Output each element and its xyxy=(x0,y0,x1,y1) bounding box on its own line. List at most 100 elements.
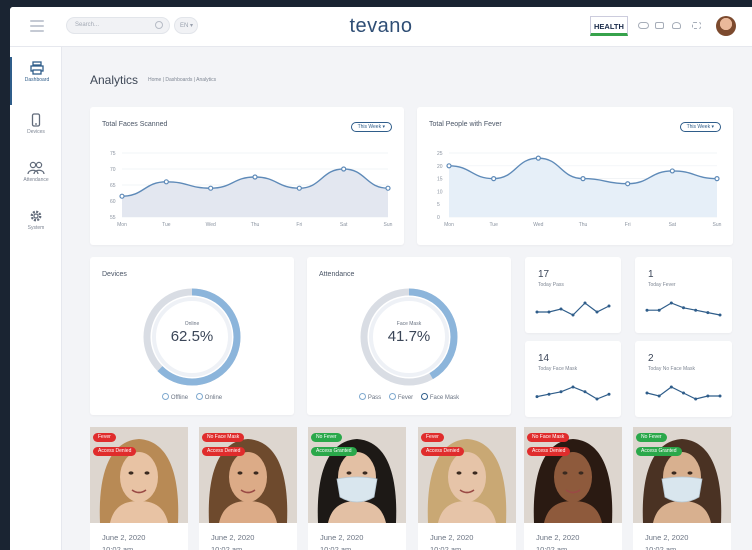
x-tick-label: Wed xyxy=(206,222,216,228)
scan-time: 10:02 am xyxy=(211,545,243,550)
mini-stat-today-pass: 17 Today Pass xyxy=(525,257,621,333)
y-tick-label: 0 xyxy=(437,215,440,221)
scan-photo-card[interactable]: No Face Mask Access Denied June 2, 2020 10:… xyxy=(199,427,297,550)
data-point[interactable] xyxy=(208,185,214,191)
app-window: Search... EN ▾ tevano HEALTH Dashboard D… xyxy=(10,7,752,550)
attendance-card: Attendance Face Mask 41.7% Pass Fever Fa… xyxy=(307,257,511,415)
data-point[interactable] xyxy=(625,181,631,187)
x-tick-label: Wed xyxy=(533,222,543,228)
sparkline xyxy=(535,301,611,317)
toggle-icon[interactable] xyxy=(638,22,649,29)
status-badge: Access Denied xyxy=(93,447,137,456)
x-tick-label: Sun xyxy=(384,222,393,228)
mini-stat-today-face-mask: 14 Today Face Mask xyxy=(525,341,621,417)
legend-item[interactable]: Fever xyxy=(388,393,413,401)
data-point[interactable] xyxy=(580,175,586,182)
legend-marker-icon xyxy=(195,393,203,400)
sparkline-point xyxy=(645,308,649,312)
data-point[interactable] xyxy=(119,193,125,199)
sparkline-point xyxy=(694,397,698,401)
sidebar-item-system[interactable]: System xyxy=(10,205,62,253)
sparkline-point xyxy=(718,394,722,398)
status-badge: No Fever xyxy=(311,433,342,442)
fever-card: Total People with Fever This Week ▾ 25 20… xyxy=(417,107,733,245)
legend-marker-icon xyxy=(358,393,366,400)
y-tick-label: 10 xyxy=(437,189,443,195)
x-tick-label: Thu xyxy=(251,222,260,228)
notification-icon[interactable] xyxy=(672,22,681,29)
sparkline-point xyxy=(682,306,685,310)
avatar[interactable] xyxy=(716,16,736,36)
area-fill xyxy=(449,158,717,217)
x-tick-label: Sat xyxy=(340,222,348,228)
search-input[interactable]: Search... xyxy=(66,17,170,34)
scan-time: 10:02 am xyxy=(645,545,677,550)
status-badge: No Fever xyxy=(636,433,667,442)
data-point[interactable] xyxy=(385,185,391,191)
scan-time: 10:02 am xyxy=(536,545,568,550)
language-select[interactable]: EN ▾ xyxy=(174,17,198,34)
data-point[interactable] xyxy=(714,175,720,182)
scan-photo-card[interactable]: Fever Access Denied June 2, 2020 10:02 am xyxy=(418,427,516,550)
sidebar: Dashboard Devices Attendance System xyxy=(10,47,62,550)
health-logo: HEALTH xyxy=(590,16,628,36)
donut-center-value: 62.5% xyxy=(170,328,214,345)
sparkline-point xyxy=(694,308,698,312)
fullscreen-icon[interactable] xyxy=(692,22,701,29)
sidebar-item-dashboard[interactable]: Dashboard xyxy=(10,57,62,105)
data-point[interactable] xyxy=(341,166,347,172)
scan-photo-card[interactable]: No Fever Access Granted June 2, 2020 10:02 … xyxy=(308,427,406,550)
status-badge: No Face Mask xyxy=(202,433,245,442)
scan-photo-card[interactable]: No Fever Access Granted June 2, 2020 10:02 … xyxy=(633,427,731,550)
sidebar-item-attendance[interactable]: Attendance xyxy=(10,157,62,205)
x-tick-label: Mon xyxy=(117,222,127,228)
y-tick-label: 5 xyxy=(437,202,440,208)
scan-photo-card[interactable]: No Face Mask Access Denied June 2, 2020 10:… xyxy=(524,427,622,550)
x-tick-label: Mon xyxy=(444,222,454,228)
logo-text[interactable]: tevano xyxy=(349,15,412,37)
data-point[interactable] xyxy=(296,185,302,191)
sparkline-point xyxy=(706,311,710,315)
data-point[interactable] xyxy=(446,163,452,169)
sparkline-point xyxy=(607,392,611,396)
sparkline-point xyxy=(595,397,599,401)
y-tick-label: 25 xyxy=(437,151,443,157)
scan-photo-card[interactable]: Fever Access Denied June 2, 2020 10:02 am xyxy=(90,427,188,550)
sparkline-point xyxy=(595,310,599,314)
donut-center-label: Online xyxy=(184,321,200,327)
legend-item[interactable]: Online xyxy=(195,393,222,401)
grid-icon[interactable] xyxy=(655,22,664,29)
breadcrumb[interactable]: Home | Dashboards | Analytics xyxy=(148,77,216,83)
scan-date: June 2, 2020 xyxy=(536,533,580,542)
y-tick-label: 55 xyxy=(110,215,116,221)
x-tick-label: Tue xyxy=(489,222,498,228)
status-badge: Access Granted xyxy=(636,447,682,456)
search-icon[interactable] xyxy=(155,21,163,29)
status-badge: Fever xyxy=(421,433,444,442)
data-point[interactable] xyxy=(163,179,169,185)
data-point[interactable] xyxy=(252,174,258,180)
page-title: Analytics xyxy=(90,73,139,87)
data-point[interactable] xyxy=(535,155,541,161)
legend-item[interactable]: Pass xyxy=(358,393,381,401)
menu-toggle-icon[interactable] xyxy=(30,20,44,32)
sparkline-point xyxy=(583,301,587,305)
sparkline-point xyxy=(706,394,710,398)
faces-scanned-card: Total Faces Scanned This Week ▾ 75 70 65 60… xyxy=(90,107,404,245)
devices-card: Devices Online 62.5% Offline Online xyxy=(90,257,294,415)
sparkline-path xyxy=(536,386,610,400)
data-point[interactable] xyxy=(669,168,675,174)
users-icon xyxy=(27,161,45,175)
legend-marker-icon xyxy=(420,393,428,400)
sidebar-item-devices[interactable]: Devices xyxy=(10,109,62,157)
legend-item[interactable]: Offline xyxy=(161,393,188,401)
legend-item[interactable]: Face Mask xyxy=(420,393,459,401)
data-point[interactable] xyxy=(491,175,497,182)
status-badge: Access Denied xyxy=(202,447,246,456)
sparkline-point xyxy=(559,390,563,394)
y-tick-label: 20 xyxy=(437,164,443,170)
device-icon xyxy=(31,113,41,127)
x-tick-label: Sun xyxy=(713,222,722,228)
fever-area-chart: 25 20 15 10 5 0 Mon Tue Wed Thu Fri Sat Sun xyxy=(437,151,722,228)
scan-date: June 2, 2020 xyxy=(430,533,474,542)
